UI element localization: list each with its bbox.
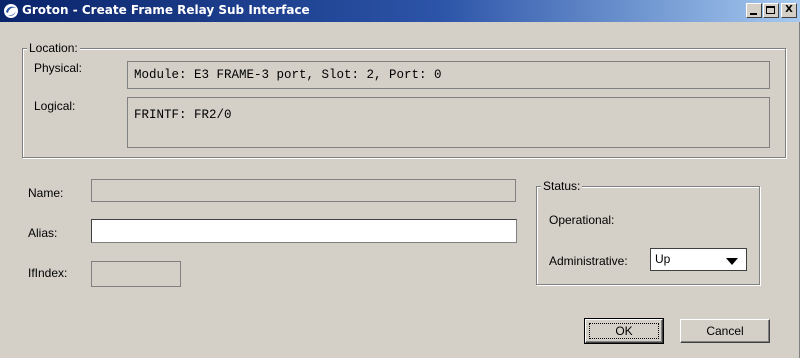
chevron-down-icon [726,258,738,265]
cancel-label: Cancel [706,324,744,338]
name-field [91,179,516,202]
cancel-button[interactable]: Cancel [680,319,770,343]
operational-label: Operational: [549,213,615,227]
ifindex-field [91,261,181,287]
title-bar[interactable]: Groton - Create Frame Relay Sub Interfac… [0,0,800,22]
maximize-button[interactable] [763,3,779,18]
dialog-window: Groton - Create Frame Relay Sub Interfac… [0,0,800,358]
physical-value: Module: E3 FRAME-3 port, Slot: 2, Port: … [134,68,442,82]
administrative-selected: Up [655,252,671,266]
ifindex-label: IfIndex: [28,266,68,280]
physical-label: Physical: [34,61,83,75]
minimize-icon [750,13,757,15]
logical-value: FRINTF: FR2/0 [134,108,232,122]
administrative-select[interactable]: Up [650,248,747,271]
logical-label: Logical: [34,99,76,113]
minimize-button[interactable] [746,3,762,18]
administrative-label: Administrative: [549,254,628,268]
window-title: Groton - Create Frame Relay Sub Interfac… [22,3,310,17]
close-button[interactable]: X [781,3,797,18]
location-legend: Location: [27,41,80,55]
focus-ring [589,323,659,339]
name-label: Name: [28,186,64,200]
app-logo-icon [4,4,18,18]
ok-button[interactable]: OK [584,318,664,344]
alias-label: Alias: [28,226,58,240]
close-icon: X [785,4,793,15]
status-legend: Status: [541,179,583,193]
maximize-icon [766,6,775,14]
alias-input[interactable] [91,219,517,243]
physical-field: Module: E3 FRAME-3 port, Slot: 2, Port: … [127,61,770,89]
logical-field: FRINTF: FR2/0 [127,97,770,148]
